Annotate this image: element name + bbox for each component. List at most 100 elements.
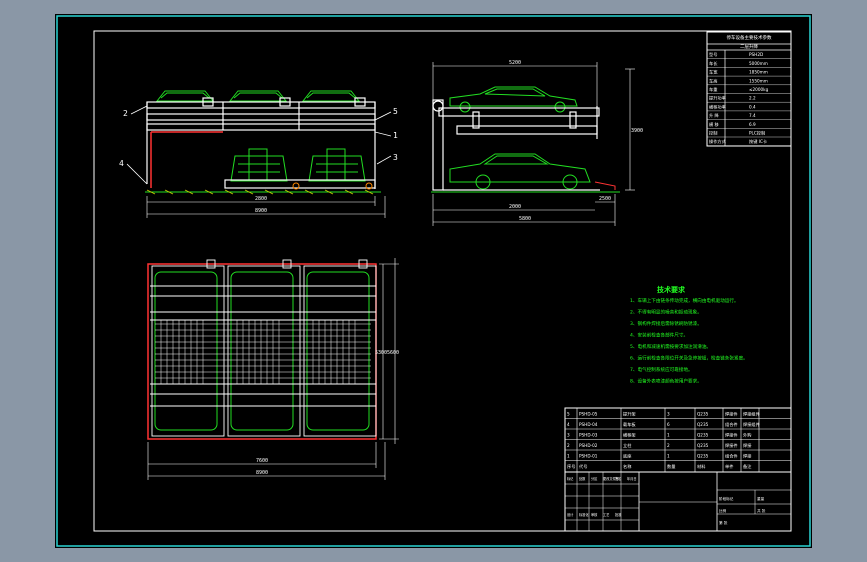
title-block-right-label: 阶段标记: [719, 496, 734, 501]
tech-line: 6、运行前检查各限位开关及急停按钮，检查链条张紧度。: [630, 355, 748, 362]
title-block: [564, 471, 792, 532]
dim-front-2: 8900: [255, 208, 267, 214]
leader-label-5: 5: [393, 107, 398, 116]
parts-header-cell: 数量: [667, 463, 675, 470]
parts-cell: PSHD-03: [579, 433, 598, 438]
parts-cell: 焊接: [743, 442, 752, 449]
tech-line: 7、电气控制系统应可靠接地。: [630, 366, 693, 373]
dim-side-height: 3900: [631, 128, 643, 134]
tech-line: 4、安装前检查各部件尺寸。: [630, 332, 688, 339]
spec-value: 6.9: [749, 122, 756, 127]
title-block-label: 标准化: [579, 512, 589, 517]
spec-key: 提升功率: [709, 95, 726, 102]
spec-key: 车重: [709, 86, 717, 93]
spec-value: 0.4: [749, 104, 756, 109]
side-view: 5200 2000 2500 5800 3900: [431, 60, 643, 226]
parts-cell: 载车板: [623, 421, 636, 428]
leader-label-2: 2: [123, 109, 128, 118]
spec-value: 5000mm: [749, 61, 768, 66]
leader-label-3: 3: [393, 153, 398, 162]
title-block-label: 分区: [591, 476, 598, 481]
parts-header-cell: 名称: [623, 463, 631, 470]
title-block-right-label: 重量: [757, 496, 765, 501]
tech-line: 5、电机和减速机需按要求加注润滑油。: [630, 343, 711, 350]
parts-cell: 5: [567, 412, 570, 417]
parts-cell: 4: [567, 422, 570, 427]
spec-key: 操作方式: [709, 138, 727, 145]
drawing-sheet: 2 5 1 3 4 2800 8900 5200 2000 2500 5800 …: [55, 14, 812, 548]
spec-key: 型号: [709, 51, 717, 58]
dim-plan-d2: 5600: [387, 350, 399, 356]
title-block-label: 工艺: [603, 512, 609, 517]
parts-cell: 横移架: [623, 432, 636, 439]
parts-cell: PSHD-05: [579, 412, 598, 417]
spec-key: 车宽: [709, 69, 718, 76]
parts-cell: Q235: [697, 422, 709, 427]
parts-cell: 焊接组件: [743, 421, 760, 428]
tech-line: 3、钢构件焊接后需除锈刷防锈漆。: [630, 320, 702, 327]
dim-side-gap: 2000: [509, 204, 521, 210]
parts-cell: Q235: [697, 433, 709, 438]
tech-line: 1、车辆上下由链条传动完成，横向由电机驱动运行。: [630, 297, 739, 304]
title-block-right-label: 第 张: [719, 520, 728, 525]
spec-key: 升 降: [709, 112, 720, 119]
parts-cell: 1: [667, 454, 670, 459]
dim-plan-w1: 7600: [256, 458, 268, 464]
spec-value: PSH2D: [749, 52, 763, 57]
parts-header-cell: 代号: [579, 463, 587, 470]
tech-requirements: 技术要求 1、车辆上下由链条传动完成，横向由电机驱动运行。 2、不得有明显的噪音和…: [630, 285, 748, 385]
parts-cell: 2: [667, 443, 670, 448]
dim-plan-w2: 8900: [256, 470, 268, 476]
spec-value: 2.2: [749, 96, 756, 101]
cad-drawing: 2 5 1 3 4 2800 8900 5200 2000 2500 5800 …: [56, 15, 811, 547]
parts-cell: 底座: [623, 453, 631, 460]
parts-cell: 焊接件: [725, 442, 738, 449]
spec-table: 型号 PSH2D 车长 5000mm 车宽 1850mm 车高 1550mm 车重 ≤2000kg…: [706, 31, 792, 147]
parts-cell: Q235: [697, 412, 709, 417]
spec-key: 车长: [709, 60, 718, 67]
title-block-label: 设计: [567, 512, 574, 517]
dim-front-1: 2800: [255, 196, 267, 202]
parts-cell: 外购: [743, 432, 751, 439]
parts-cell: 6: [667, 422, 670, 427]
parts-cell: Q235: [697, 443, 709, 448]
dim-side-overall: 5800: [519, 216, 531, 222]
car-bottom-1: [230, 155, 288, 182]
parts-cell: 提升架: [623, 411, 636, 418]
spec-value: 按键 IC卡: [749, 138, 767, 145]
spec-value: PLC控制: [749, 130, 765, 137]
parts-cell: 组合件: [725, 421, 738, 428]
title-block-label: 处数: [579, 476, 586, 481]
parts-list: 5 PSHD-05 提升架 3 Q235 焊接件 焊接组件4 PSHD-04 载车板 6 Q235 组…: [564, 407, 792, 473]
parts-cell: 3: [667, 412, 670, 417]
title-block-label: 批准: [615, 512, 622, 517]
side-car-top: [449, 86, 578, 107]
dim-side-top: 5200: [509, 60, 521, 66]
parts-cell: 立柱: [623, 442, 632, 449]
parts-cell: 组合件: [725, 453, 738, 460]
plan-view: 7600 8900 5300 5600: [147, 258, 399, 480]
title-block-label: 标记: [567, 476, 574, 481]
parts-cell: PSHD-04: [579, 422, 598, 427]
parts-cell: 1: [567, 454, 570, 459]
spec-table-subheader: 二层升降: [740, 43, 758, 50]
spec-key: 车高: [709, 77, 717, 84]
parts-cell: 焊接件: [725, 432, 738, 439]
parts-cell: 焊接件: [725, 411, 738, 418]
parts-cell: 1: [667, 433, 670, 438]
spec-table-header: 停车设备主要技术参数: [727, 34, 772, 41]
spec-value: ≤2000kg: [749, 87, 769, 92]
tech-line: 2、不得有明显的噪音和振动现象。: [630, 309, 702, 316]
parts-cell: PSHD-01: [579, 454, 598, 459]
spec-value: 1550mm: [749, 78, 768, 83]
parts-cell: PSHD-02: [579, 443, 598, 448]
parts-cell: 焊接组件: [743, 411, 760, 418]
leader-label-4: 4: [119, 159, 124, 168]
leader-label-1: 1: [393, 131, 398, 140]
spec-key: 控制: [709, 130, 717, 137]
parts-cell: 3: [567, 433, 570, 438]
parts-cell: 2: [567, 443, 570, 448]
parts-header-cell: 材料: [697, 463, 706, 470]
tech-title: 技术要求: [657, 285, 686, 294]
title-block-label: 签名: [615, 476, 621, 481]
